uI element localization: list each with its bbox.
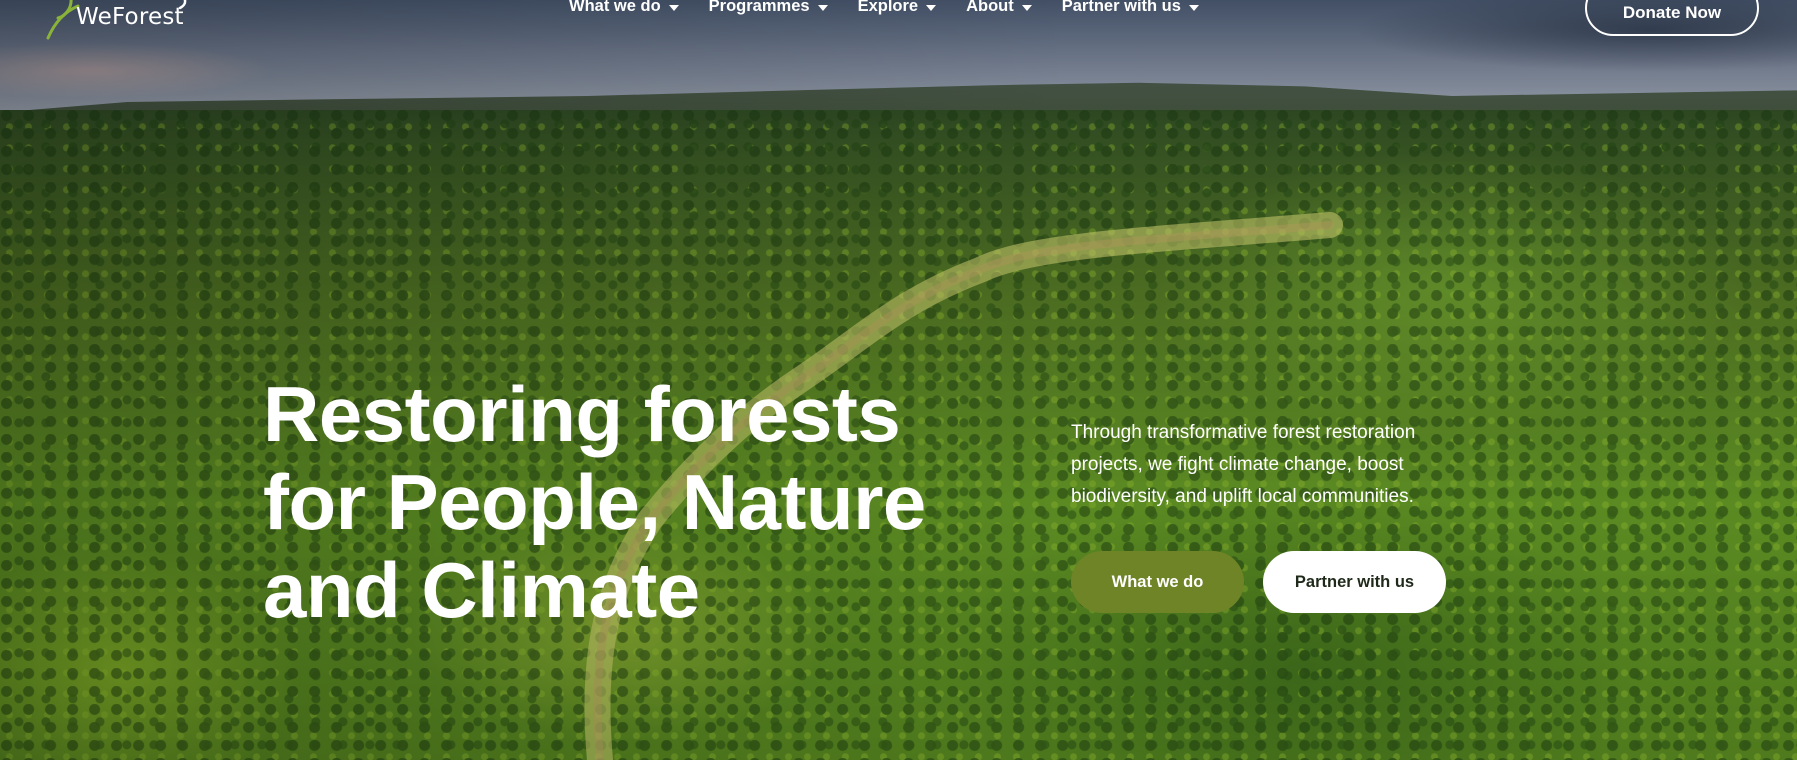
- nav-item-partner-with-us[interactable]: Partner with us: [1062, 0, 1199, 16]
- weforest-logo[interactable]: WeForest: [44, 0, 194, 40]
- what-we-do-button[interactable]: What we do: [1071, 551, 1244, 613]
- logo-wordmark: WeForest: [76, 4, 184, 30]
- nav-item-what-we-do[interactable]: What we do: [569, 0, 679, 16]
- chevron-down-icon: [926, 4, 937, 11]
- nav-item-explore[interactable]: Explore: [858, 0, 937, 16]
- hero-intro-text: Through transformative forest restoratio…: [1071, 422, 1416, 507]
- headline-line: Restoring forests: [263, 370, 901, 458]
- chevron-down-icon: [1188, 4, 1199, 11]
- nav-item-label: Partner with us: [1061, 0, 1181, 15]
- nav-item-label: What we do: [569, 0, 661, 15]
- chevron-down-icon: [668, 4, 679, 11]
- headline-line: and Climate: [263, 546, 700, 634]
- nav-item-label: About: [966, 0, 1014, 15]
- nav-item-label: Explore: [857, 0, 919, 15]
- headline-line: for People, Nature: [263, 458, 926, 546]
- nav-item-about[interactable]: About: [966, 0, 1032, 16]
- chevron-down-icon: [817, 4, 828, 11]
- hero-headline: Restoring forests for People, Nature and…: [263, 370, 1023, 634]
- chevron-down-icon: [1021, 4, 1032, 11]
- main-navigation: What we do Programmes Explore About Part…: [569, 0, 1229, 16]
- nav-item-label: Programmes: [708, 0, 810, 15]
- site-header: WeForest What we do Programmes Explore A…: [0, 0, 1797, 40]
- nav-item-programmes[interactable]: Programmes: [709, 0, 828, 16]
- donate-now-button[interactable]: Donate Now: [1585, 0, 1759, 36]
- partner-with-us-button[interactable]: Partner with us: [1263, 551, 1446, 613]
